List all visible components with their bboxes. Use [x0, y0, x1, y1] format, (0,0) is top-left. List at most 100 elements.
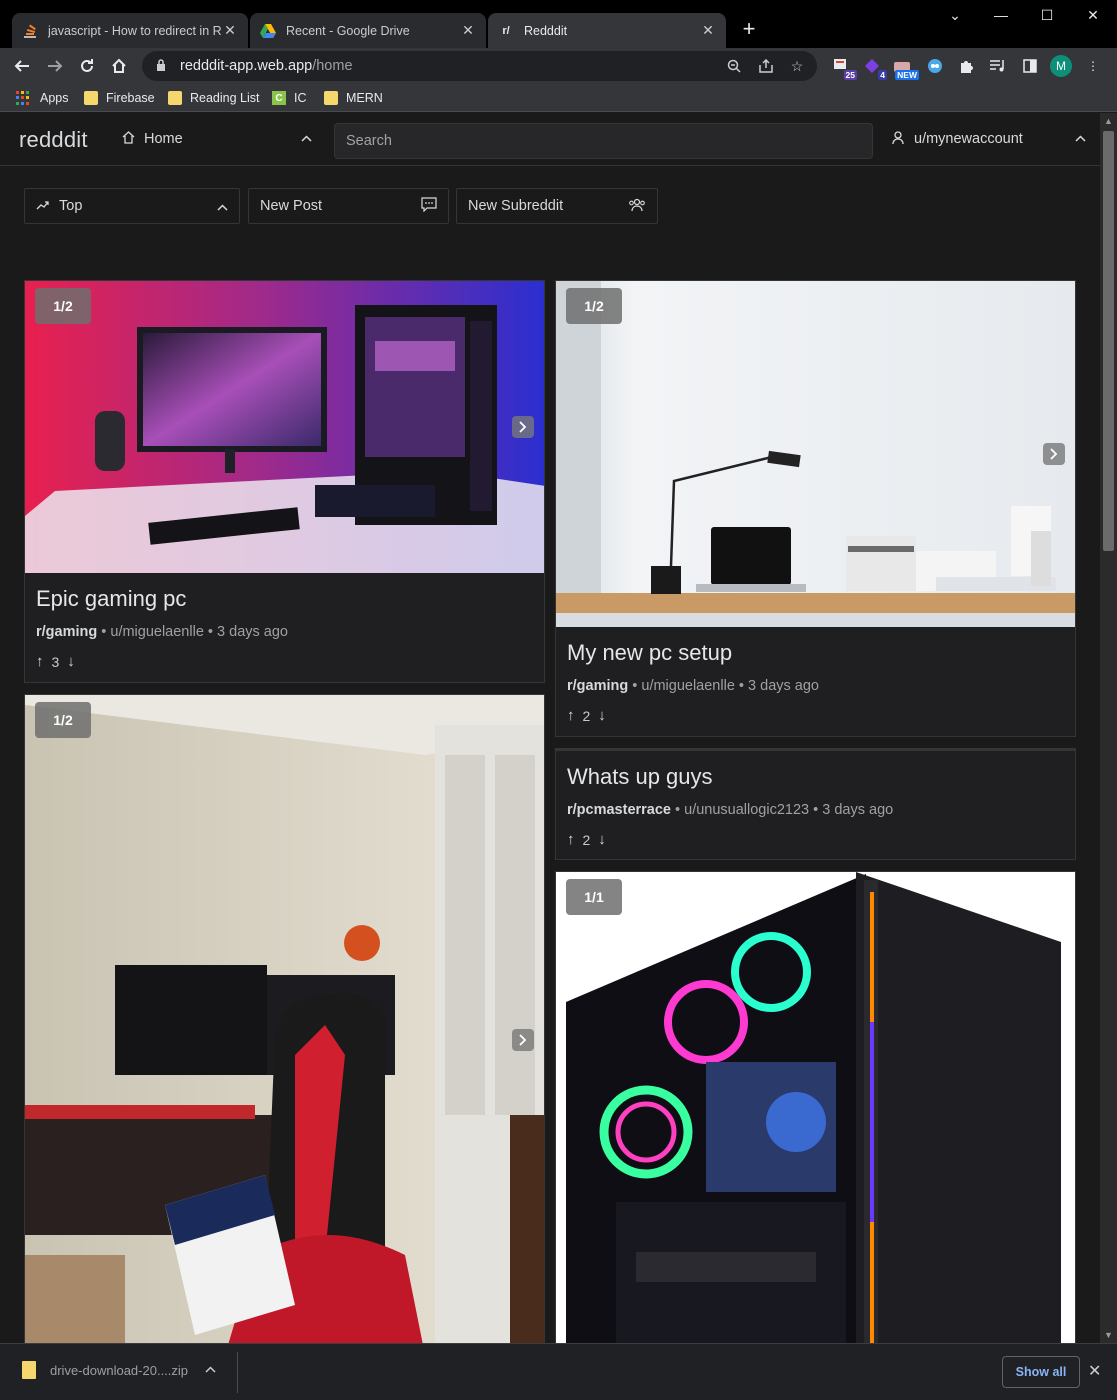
url-path: /home [312, 58, 353, 74]
post-title[interactable]: My new pc setup [567, 640, 732, 666]
author-link[interactable]: u/miguelaenlle [641, 678, 735, 694]
bookmark-ic[interactable]: C IC [272, 88, 307, 108]
extensions-puzzle-icon[interactable] [955, 55, 977, 77]
upvote-arrow-icon[interactable]: ↑ [36, 653, 44, 670]
close-icon[interactable]: ✕ [700, 22, 716, 39]
subreddit-link[interactable]: r/gaming [36, 624, 97, 640]
page-scrollbar[interactable]: ▲ ▼ [1100, 113, 1117, 1343]
scrollbar-thumb[interactable] [1103, 131, 1114, 551]
forward-icon[interactable] [42, 53, 68, 79]
address-bar[interactable]: redddit-app.web.app/home ☆ [142, 51, 817, 81]
tab-redddit[interactable]: r/ Redddit ✕ [488, 13, 726, 48]
scroll-up-arrow-icon[interactable]: ▲ [1100, 113, 1117, 129]
post-title[interactable]: Epic gaming pc [36, 586, 186, 612]
post-card[interactable]: 1/1 [555, 871, 1076, 1343]
close-icon[interactable]: ✕ [460, 22, 476, 39]
chevron-right-icon[interactable] [512, 1029, 534, 1051]
chevron-up-icon [301, 133, 312, 145]
new-subreddit-button[interactable]: New Subreddit [456, 188, 658, 224]
home-dropdown-button[interactable]: Home [114, 121, 320, 157]
tab-search-icon[interactable]: ⌄ [932, 0, 978, 30]
extension-3-icon[interactable]: NEW [891, 55, 919, 80]
author-link[interactable]: u/unusuallogic2123 [684, 802, 809, 818]
vote-controls: ↑ 2 ↓ [567, 831, 606, 848]
chat-bubble-icon [421, 197, 437, 215]
extension-1-icon[interactable]: 25 [831, 55, 857, 80]
scroll-down-arrow-icon[interactable]: ▼ [1100, 1327, 1117, 1343]
username-label: u/mynewaccount [914, 131, 1023, 147]
extension-badge: NEW [895, 70, 919, 80]
profile-avatar[interactable]: M [1050, 55, 1072, 77]
menu-kebab-icon[interactable]: ⋮ [1082, 55, 1104, 77]
separator-dot: • [101, 624, 107, 640]
new-tab-button[interactable]: + [737, 16, 761, 41]
app-logo[interactable]: redddit [19, 127, 88, 153]
post-image-gaming-pc[interactable]: 1/2 [25, 281, 544, 573]
downvote-arrow-icon[interactable]: ↓ [598, 831, 606, 848]
extension-4-icon[interactable] [924, 55, 946, 77]
chevron-up-icon [1075, 133, 1086, 145]
window-close-icon[interactable]: ✕ [1070, 0, 1116, 30]
people-group-icon [628, 198, 646, 215]
new-post-button[interactable]: New Post [248, 188, 449, 224]
post-time: 3 days ago [748, 678, 819, 694]
author-link[interactable]: u/miguelaenlle [110, 624, 204, 640]
bookmark-mern[interactable]: MERN [324, 88, 383, 108]
post-card[interactable]: 1/2 [24, 694, 545, 1343]
user-menu-button[interactable]: u/mynewaccount [884, 121, 1094, 157]
tab-title: javascript - How to redirect in Re [48, 23, 222, 38]
share-icon[interactable] [756, 56, 776, 76]
bookmarks-bar: Apps Firebase Reading List C IC MERN [0, 84, 1117, 112]
separator-dot: • [813, 802, 819, 818]
bookmark-reading-list[interactable]: Reading List [168, 88, 260, 108]
upvote-arrow-icon[interactable]: ↑ [567, 707, 575, 724]
post-card[interactable]: 1/2 My new pc setup r/gaming • u/miguela… [555, 280, 1076, 737]
maximize-icon[interactable]: ☐ [1024, 0, 1070, 30]
bookmark-star-icon[interactable]: ☆ [787, 56, 807, 76]
search-input[interactable] [334, 123, 873, 159]
vote-count: 2 [582, 707, 591, 724]
download-item[interactable]: drive-download-20....zip [22, 1361, 188, 1379]
post-image-gaming-chair[interactable]: 1/2 [25, 695, 544, 1343]
post-card[interactable]: Whats up guys r/pcmasterrace • u/unusual… [555, 748, 1076, 860]
post-image-desk-setup[interactable]: 1/2 [556, 281, 1075, 627]
sort-top-button[interactable]: Top [24, 188, 240, 224]
chevron-up-icon [217, 199, 228, 214]
post-title[interactable]: Whats up guys [567, 764, 713, 790]
chevron-right-icon[interactable] [512, 416, 534, 438]
close-icon[interactable]: ✕ [222, 22, 238, 39]
post-meta: r/gaming • u/miguelaenlle • 3 days ago [567, 678, 819, 694]
close-icon[interactable]: ✕ [1088, 1361, 1101, 1381]
lock-icon [156, 58, 168, 74]
zip-file-icon [22, 1361, 36, 1379]
zoom-icon[interactable] [724, 56, 744, 76]
post-meta: r/gaming • u/miguelaenlle • 3 days ago [36, 624, 288, 640]
post-time: 3 days ago [217, 624, 288, 640]
tab-google-drive[interactable]: Recent - Google Drive ✕ [250, 13, 486, 48]
page-viewport: redddit Home u/mynewaccount Top [0, 113, 1100, 1343]
show-all-button[interactable]: Show all [1002, 1356, 1080, 1388]
tab-stackoverflow[interactable]: javascript - How to redirect in Re ✕ [12, 13, 248, 48]
upvote-arrow-icon[interactable]: ↑ [567, 831, 575, 848]
side-panel-icon[interactable] [1019, 55, 1041, 77]
downvote-arrow-icon[interactable]: ↓ [67, 653, 75, 670]
chevron-right-icon[interactable] [1043, 443, 1065, 465]
post-image-rgb-pc-tower[interactable]: 1/1 [556, 872, 1075, 1343]
bookmark-apps[interactable]: Apps [16, 88, 69, 108]
post-card[interactable]: 1/2 Epic gaming pc r/gaming • u/miguelae… [24, 280, 545, 683]
browser-toolbar: redddit-app.web.app/home ☆ 25 4 NEW M ⋮ [0, 48, 1117, 84]
image-counter: 1/2 [35, 288, 91, 324]
subreddit-link[interactable]: r/pcmasterrace [567, 802, 671, 818]
media-control-icon[interactable] [987, 55, 1009, 77]
back-icon[interactable] [9, 53, 35, 79]
download-bar: drive-download-20....zip Show all ✕ [0, 1343, 1117, 1400]
subreddit-link[interactable]: r/gaming [567, 678, 628, 694]
reload-icon[interactable] [74, 53, 100, 79]
vote-controls: ↑ 2 ↓ [567, 707, 606, 724]
bookmark-firebase[interactable]: Firebase [84, 88, 155, 108]
chevron-up-icon[interactable] [205, 1364, 216, 1376]
home-icon[interactable] [106, 53, 132, 79]
extension-2-icon[interactable]: 4 [861, 55, 887, 80]
minimize-icon[interactable]: — [978, 0, 1024, 30]
downvote-arrow-icon[interactable]: ↓ [598, 707, 606, 724]
